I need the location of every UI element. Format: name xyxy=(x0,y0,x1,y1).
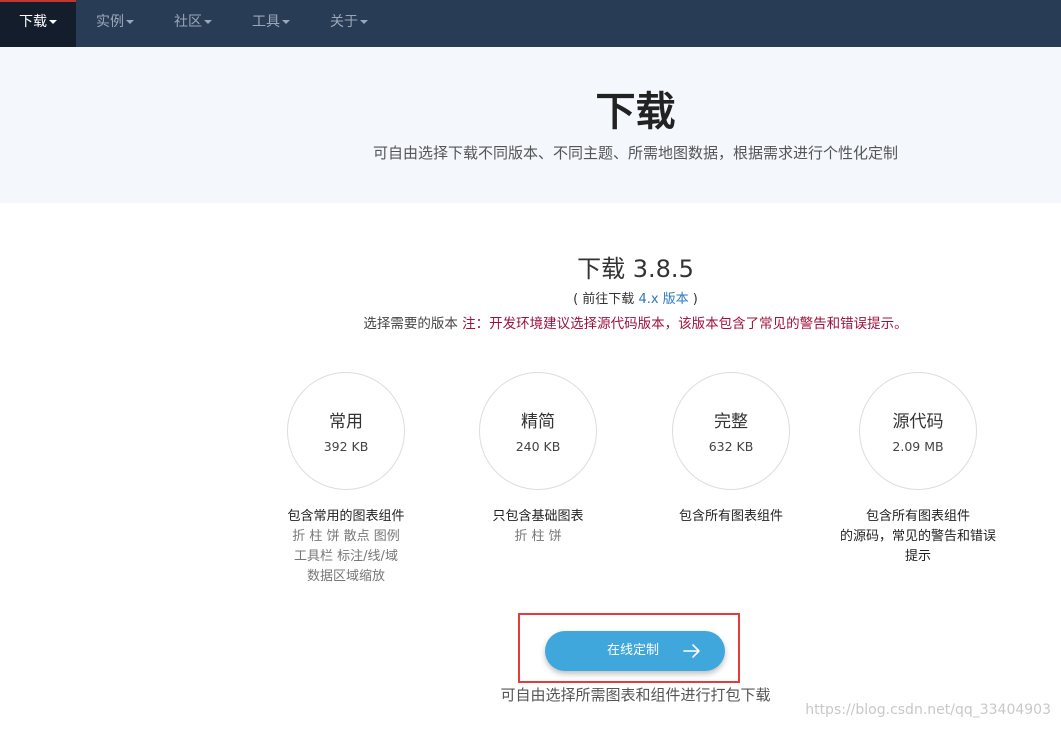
version-warning: 注：开发环境建议选择源代码版本，该版本包含了常见的警告和错误提示。 xyxy=(462,316,908,332)
package-common-button[interactable]: 常用 392 KB xyxy=(287,372,405,490)
online-customize-label: 在线定制 xyxy=(607,643,660,658)
version-title: 下载 3.8.5 xyxy=(577,255,694,283)
page-subtitle: 可自由选择下载不同版本、不同主题、所需地图数据，根据需求进行个性化定制 xyxy=(372,144,898,162)
nav-item-label: 工具 xyxy=(252,14,280,30)
package-name: 源代码 xyxy=(892,412,944,432)
watermark: https://blog.csdn.net/qq_33404903 xyxy=(805,702,1051,718)
hero-banner: 下载 可自由选择下载不同版本、不同主题、所需地图数据，根据需求进行个性化定制 xyxy=(0,47,1061,203)
package-source-button[interactable]: 源代码 2.09 MB xyxy=(859,372,977,490)
caret-down-icon xyxy=(49,20,57,24)
package-feature: 的源码，常见的警告和错误 xyxy=(839,529,996,544)
version-link-prefix: ( 前往下载 xyxy=(573,292,639,307)
nav-item-download[interactable]: 下载 xyxy=(0,0,76,47)
package-feature: 数据区域缩放 xyxy=(306,569,385,584)
package-source: 源代码 2.09 MB 包含所有图表组件 的源码，常见的警告和错误 提示 xyxy=(828,372,1008,567)
caret-down-icon xyxy=(360,20,368,24)
nav-item-label: 关于 xyxy=(330,14,358,30)
package-feature: 折 柱 饼 xyxy=(514,529,562,544)
package-size: 632 KB xyxy=(708,439,754,454)
caret-down-icon xyxy=(282,20,290,24)
online-customize-button[interactable]: 在线定制 xyxy=(545,631,725,671)
package-simple: 精简 240 KB 只包含基础图表 折 柱 饼 xyxy=(448,372,628,547)
top-nav: 下载 实例 社区 工具 关于 xyxy=(0,0,1061,47)
nav-item-label: 社区 xyxy=(174,14,202,30)
caret-down-icon xyxy=(204,20,212,24)
package-name: 完整 xyxy=(714,412,748,432)
version-note-prefix: 选择需要的版本 xyxy=(363,316,463,332)
package-desc: 包含所有图表组件 xyxy=(865,509,970,524)
package-feature: 折 柱 饼 散点 图例 xyxy=(292,529,400,544)
package-size: 240 KB xyxy=(515,439,561,454)
version-link-suffix: ) xyxy=(688,292,698,307)
package-name: 常用 xyxy=(329,412,363,432)
nav-item-tools[interactable]: 工具 xyxy=(252,0,290,47)
package-size: 392 KB xyxy=(323,439,369,454)
nav-item-community[interactable]: 社区 xyxy=(174,0,212,47)
version-link-line: ( 前往下载 4.x 版本 ) xyxy=(0,290,1061,310)
package-desc: 包含所有图表组件 xyxy=(678,509,783,524)
package-simple-button[interactable]: 精简 240 KB xyxy=(479,372,597,490)
package-feature: 工具栏 标注/线/域 xyxy=(294,549,398,564)
caret-down-icon xyxy=(126,20,134,24)
arrow-right-icon xyxy=(683,644,700,658)
nav-item-examples[interactable]: 实例 xyxy=(96,0,134,47)
nav-item-about[interactable]: 关于 xyxy=(330,0,368,47)
package-full-button[interactable]: 完整 632 KB xyxy=(672,372,790,490)
nav-item-label: 下载 xyxy=(19,14,47,30)
package-feature: 提示 xyxy=(904,549,931,564)
package-name: 精简 xyxy=(521,412,555,432)
package-desc: 只包含基础图表 xyxy=(492,509,584,524)
package-full: 完整 632 KB 包含所有图表组件 xyxy=(641,372,821,527)
version-note: 选择需要的版本 注：开发环境建议选择源代码版本，该版本包含了常见的警告和错误提示… xyxy=(0,313,1061,335)
nav-item-label: 实例 xyxy=(96,14,124,30)
package-size: 2.09 MB xyxy=(892,439,944,454)
version-4x-link[interactable]: 4.x 版本 xyxy=(638,292,688,307)
package-common: 常用 392 KB 包含常用的图表组件 折 柱 饼 散点 图例 工具栏 标注/线… xyxy=(256,372,436,587)
page-title: 下载 xyxy=(595,89,676,135)
package-desc: 包含常用的图表组件 xyxy=(287,509,405,524)
